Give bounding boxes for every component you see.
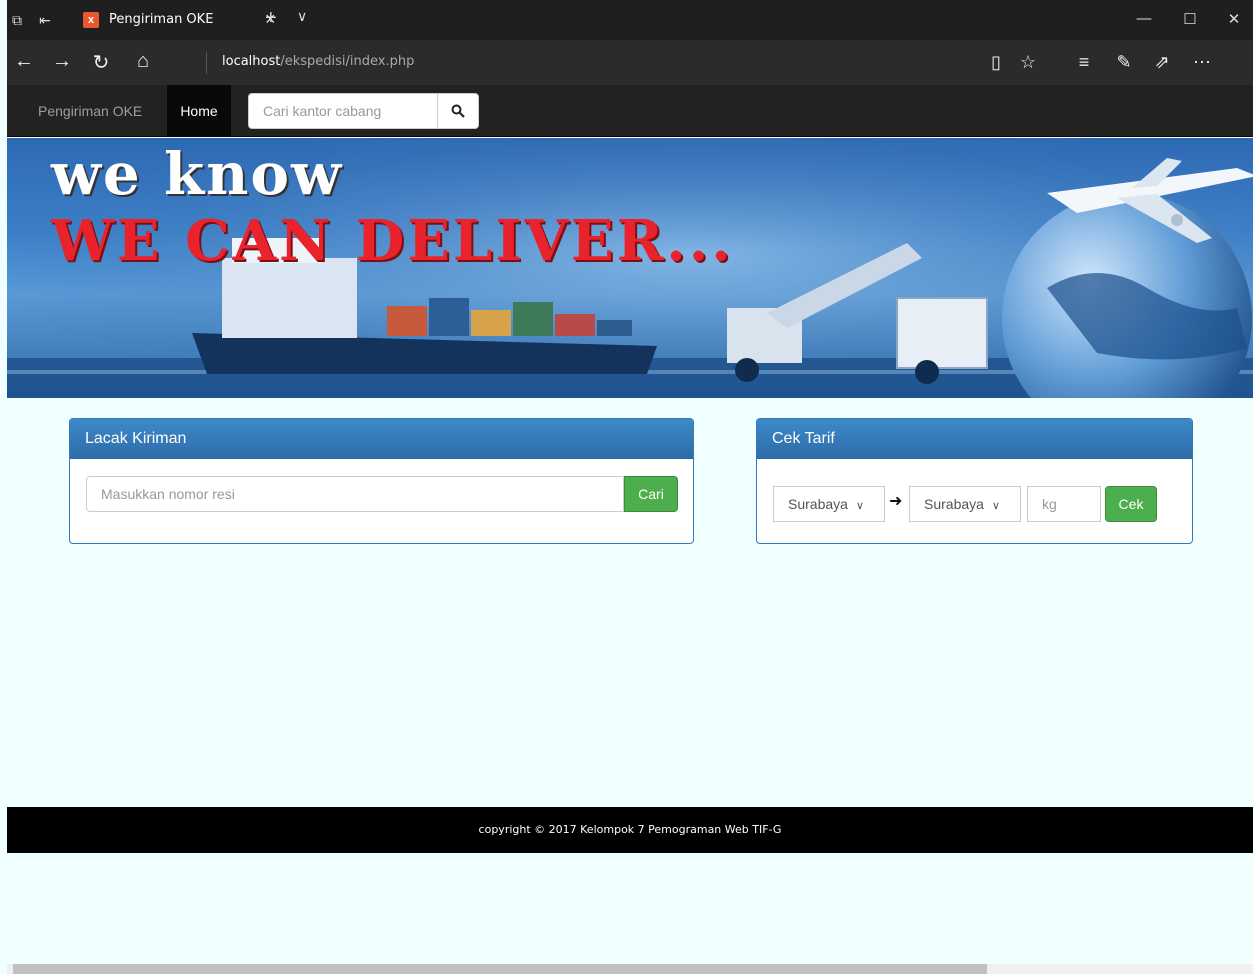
chevron-down-icon: ∨ <box>991 500 1000 512</box>
tracking-panel-title: Lacak Kiriman <box>70 419 693 459</box>
banner-tagline: WE CAN DELIVER... <box>51 208 734 274</box>
origin-city-value: Surabaya <box>788 496 848 512</box>
browser-window: ⧉ ⇤ x Pengiriman OKE × + ∨ — ☐ ✕ ← → ↻ ⌂… <box>7 0 1253 974</box>
reading-view-icon[interactable]: ▯ <box>983 52 1009 73</box>
track-search-button[interactable]: Cari <box>624 476 678 512</box>
hero-banner: we know WE CAN DELIVER... <box>7 138 1253 398</box>
site-navbar: Pengiriman OKE Home Cari kantor cabang <box>7 85 1253 137</box>
rate-check-panel-title: Cek Tarif <box>757 419 1192 459</box>
tab-actions-icon[interactable]: ⧉ <box>9 12 25 28</box>
more-icon[interactable]: ⋯ <box>1189 52 1215 73</box>
page-footer: copyright © 2017 Kelompok 7 Pemograman W… <box>7 807 1253 853</box>
title-bar: ⧉ ⇤ x Pengiriman OKE × + ∨ — ☐ ✕ <box>7 0 1253 40</box>
check-rate-button[interactable]: Cek <box>1105 486 1157 522</box>
set-tabs-aside-icon[interactable]: ⇤ <box>37 12 53 28</box>
maximize-icon[interactable]: ☐ <box>1175 10 1205 28</box>
receipt-number-input[interactable]: Masukkan nomor resi <box>86 476 624 512</box>
web-note-icon[interactable]: ✎ <box>1111 52 1137 73</box>
weight-input[interactable]: kg <box>1027 486 1101 522</box>
new-tab-icon[interactable]: + <box>265 7 277 30</box>
search-icon <box>451 104 465 118</box>
address-bar: ← → ↻ ⌂ localhost/ekspedisi/index.php ▯ … <box>7 40 1253 85</box>
url-field[interactable]: localhost/ekspedisi/index.php <box>222 54 414 69</box>
banner-headline: we know <box>51 140 343 208</box>
tracking-panel: Lacak Kiriman Masukkan nomor resi Cari <box>69 418 694 544</box>
arrow-right-icon: ➜ <box>889 493 903 510</box>
url-separator <box>206 52 207 74</box>
url-path: /ekspedisi/index.php <box>280 54 415 69</box>
destination-city-value: Surabaya <box>924 496 984 512</box>
destination-city-select[interactable]: Surabaya ∨ <box>909 486 1021 522</box>
tab-title: Pengiriman OKE <box>109 12 214 27</box>
refresh-icon[interactable]: ↻ <box>86 50 116 75</box>
home-icon[interactable]: ⌂ <box>128 50 158 73</box>
xampp-favicon-icon: x <box>83 12 99 28</box>
chevron-down-icon: ∨ <box>855 500 864 512</box>
scrollbar-thumb[interactable] <box>13 964 987 974</box>
rate-check-panel: Cek Tarif Surabaya ∨ ➜ Surabaya ∨ kg Cek <box>756 418 1193 544</box>
hub-icon[interactable]: ≡ <box>1071 52 1097 73</box>
origin-city-select[interactable]: Surabaya ∨ <box>773 486 885 522</box>
tab-list-chevron-icon[interactable]: ∨ <box>297 8 307 25</box>
share-icon[interactable]: ⇗ <box>1149 52 1175 73</box>
back-icon[interactable]: ← <box>9 50 39 73</box>
url-host: localhost <box>222 54 281 69</box>
close-window-icon[interactable]: ✕ <box>1219 10 1249 28</box>
horizontal-scrollbar[interactable] <box>7 964 1253 974</box>
forward-icon[interactable]: → <box>47 50 77 73</box>
navbar-brand[interactable]: Pengiriman OKE <box>38 103 142 119</box>
favorite-star-icon[interactable]: ☆ <box>1015 52 1041 73</box>
nav-home-link[interactable]: Home <box>167 85 231 137</box>
minimize-icon[interactable]: — <box>1129 10 1159 27</box>
branch-search-input[interactable]: Cari kantor cabang <box>248 93 438 129</box>
search-button[interactable] <box>437 93 479 129</box>
